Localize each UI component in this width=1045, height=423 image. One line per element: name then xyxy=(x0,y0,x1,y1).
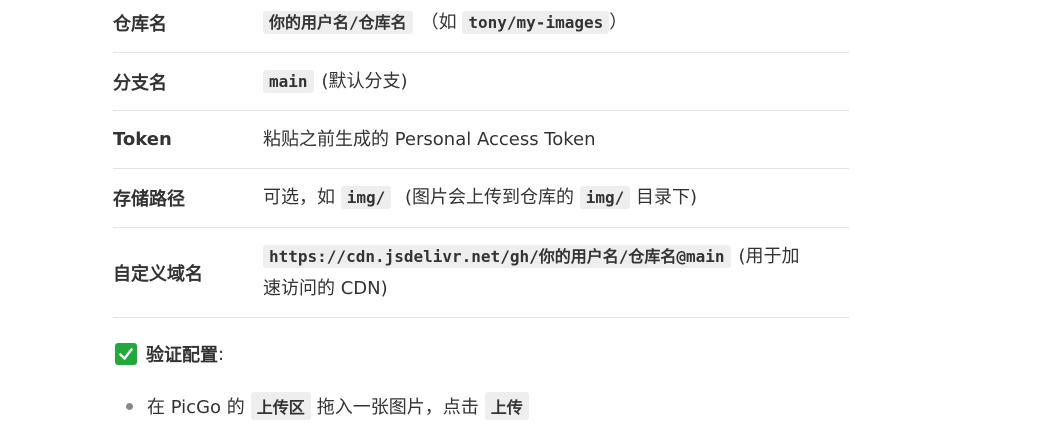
inline-code: img/ xyxy=(340,186,392,209)
inline-code: 你的用户名/仓库名 xyxy=(263,11,413,34)
row-text: （如 xyxy=(420,12,463,33)
row-text: (用于加 xyxy=(738,245,800,267)
bullet-dot-icon xyxy=(126,402,133,410)
config-table: 仓库名 你的用户名/仓库名 （如 tony/my-images） 分支名 main… xyxy=(113,0,849,318)
row-text: 速访问的 CDN) xyxy=(263,277,388,299)
list-item-text: 在 PicGo 的 xyxy=(147,397,245,418)
row-text: 可选，如 xyxy=(263,187,335,208)
table-row-branch: 分支名 main (默认分支) xyxy=(113,53,849,111)
inline-code: https://cdn.jsdelivr.net/gh/你的用户名/仓库名@ma… xyxy=(263,244,731,268)
check-mark-icon xyxy=(115,343,137,365)
inline-code: tony/my-images xyxy=(462,11,610,34)
inline-code: main xyxy=(263,69,314,93)
inline-code: img/ xyxy=(579,186,631,209)
inline-code: 上传区 xyxy=(250,392,311,420)
list-item-text: 拖入一张图片，点击 xyxy=(316,397,479,418)
row-value: https://cdn.jsdelivr.net/gh/你的用户名/仓库名@ma… xyxy=(263,241,849,305)
row-key: 自定义域名 xyxy=(113,263,203,285)
verify-heading: 验证配置: xyxy=(115,340,224,368)
row-key: 仓库名 xyxy=(113,14,167,35)
row-key: 存储路径 xyxy=(113,189,185,210)
table-row-path: 存储路径 可选，如 img/ (图片会上传到仓库的 img/ 目录下) xyxy=(113,169,849,228)
row-value: 可选，如 img/ (图片会上传到仓库的 img/ 目录下) xyxy=(263,182,849,214)
row-text: 目录下) xyxy=(636,187,698,208)
row-text: ） xyxy=(609,12,628,33)
row-value: main (默认分支) xyxy=(263,66,849,98)
table-row-repo: 仓库名 你的用户名/仓库名 （如 tony/my-images） xyxy=(113,0,849,53)
row-key: 分支名 xyxy=(113,72,167,94)
row-key: Token xyxy=(113,129,172,150)
table-row-token: Token 粘贴之前生成的 Personal Access Token xyxy=(113,111,849,169)
table-row-domain: 自定义域名 https://cdn.jsdelivr.net/gh/你的用户名/… xyxy=(113,228,849,318)
row-value: 粘贴之前生成的 Personal Access Token xyxy=(263,128,596,150)
row-value: 你的用户名/仓库名 （如 tony/my-images） xyxy=(263,7,849,39)
verify-title: 验证配置 xyxy=(146,345,218,366)
row-text: (图片会上传到仓库的 xyxy=(405,187,575,208)
bullet-list: 在 PicGo 的 上传区 拖入一张图片，点击 上传 xyxy=(126,391,535,421)
verify-colon: : xyxy=(218,343,225,365)
inline-code: 上传 xyxy=(484,392,529,420)
row-text: (默认分支) xyxy=(321,70,408,92)
